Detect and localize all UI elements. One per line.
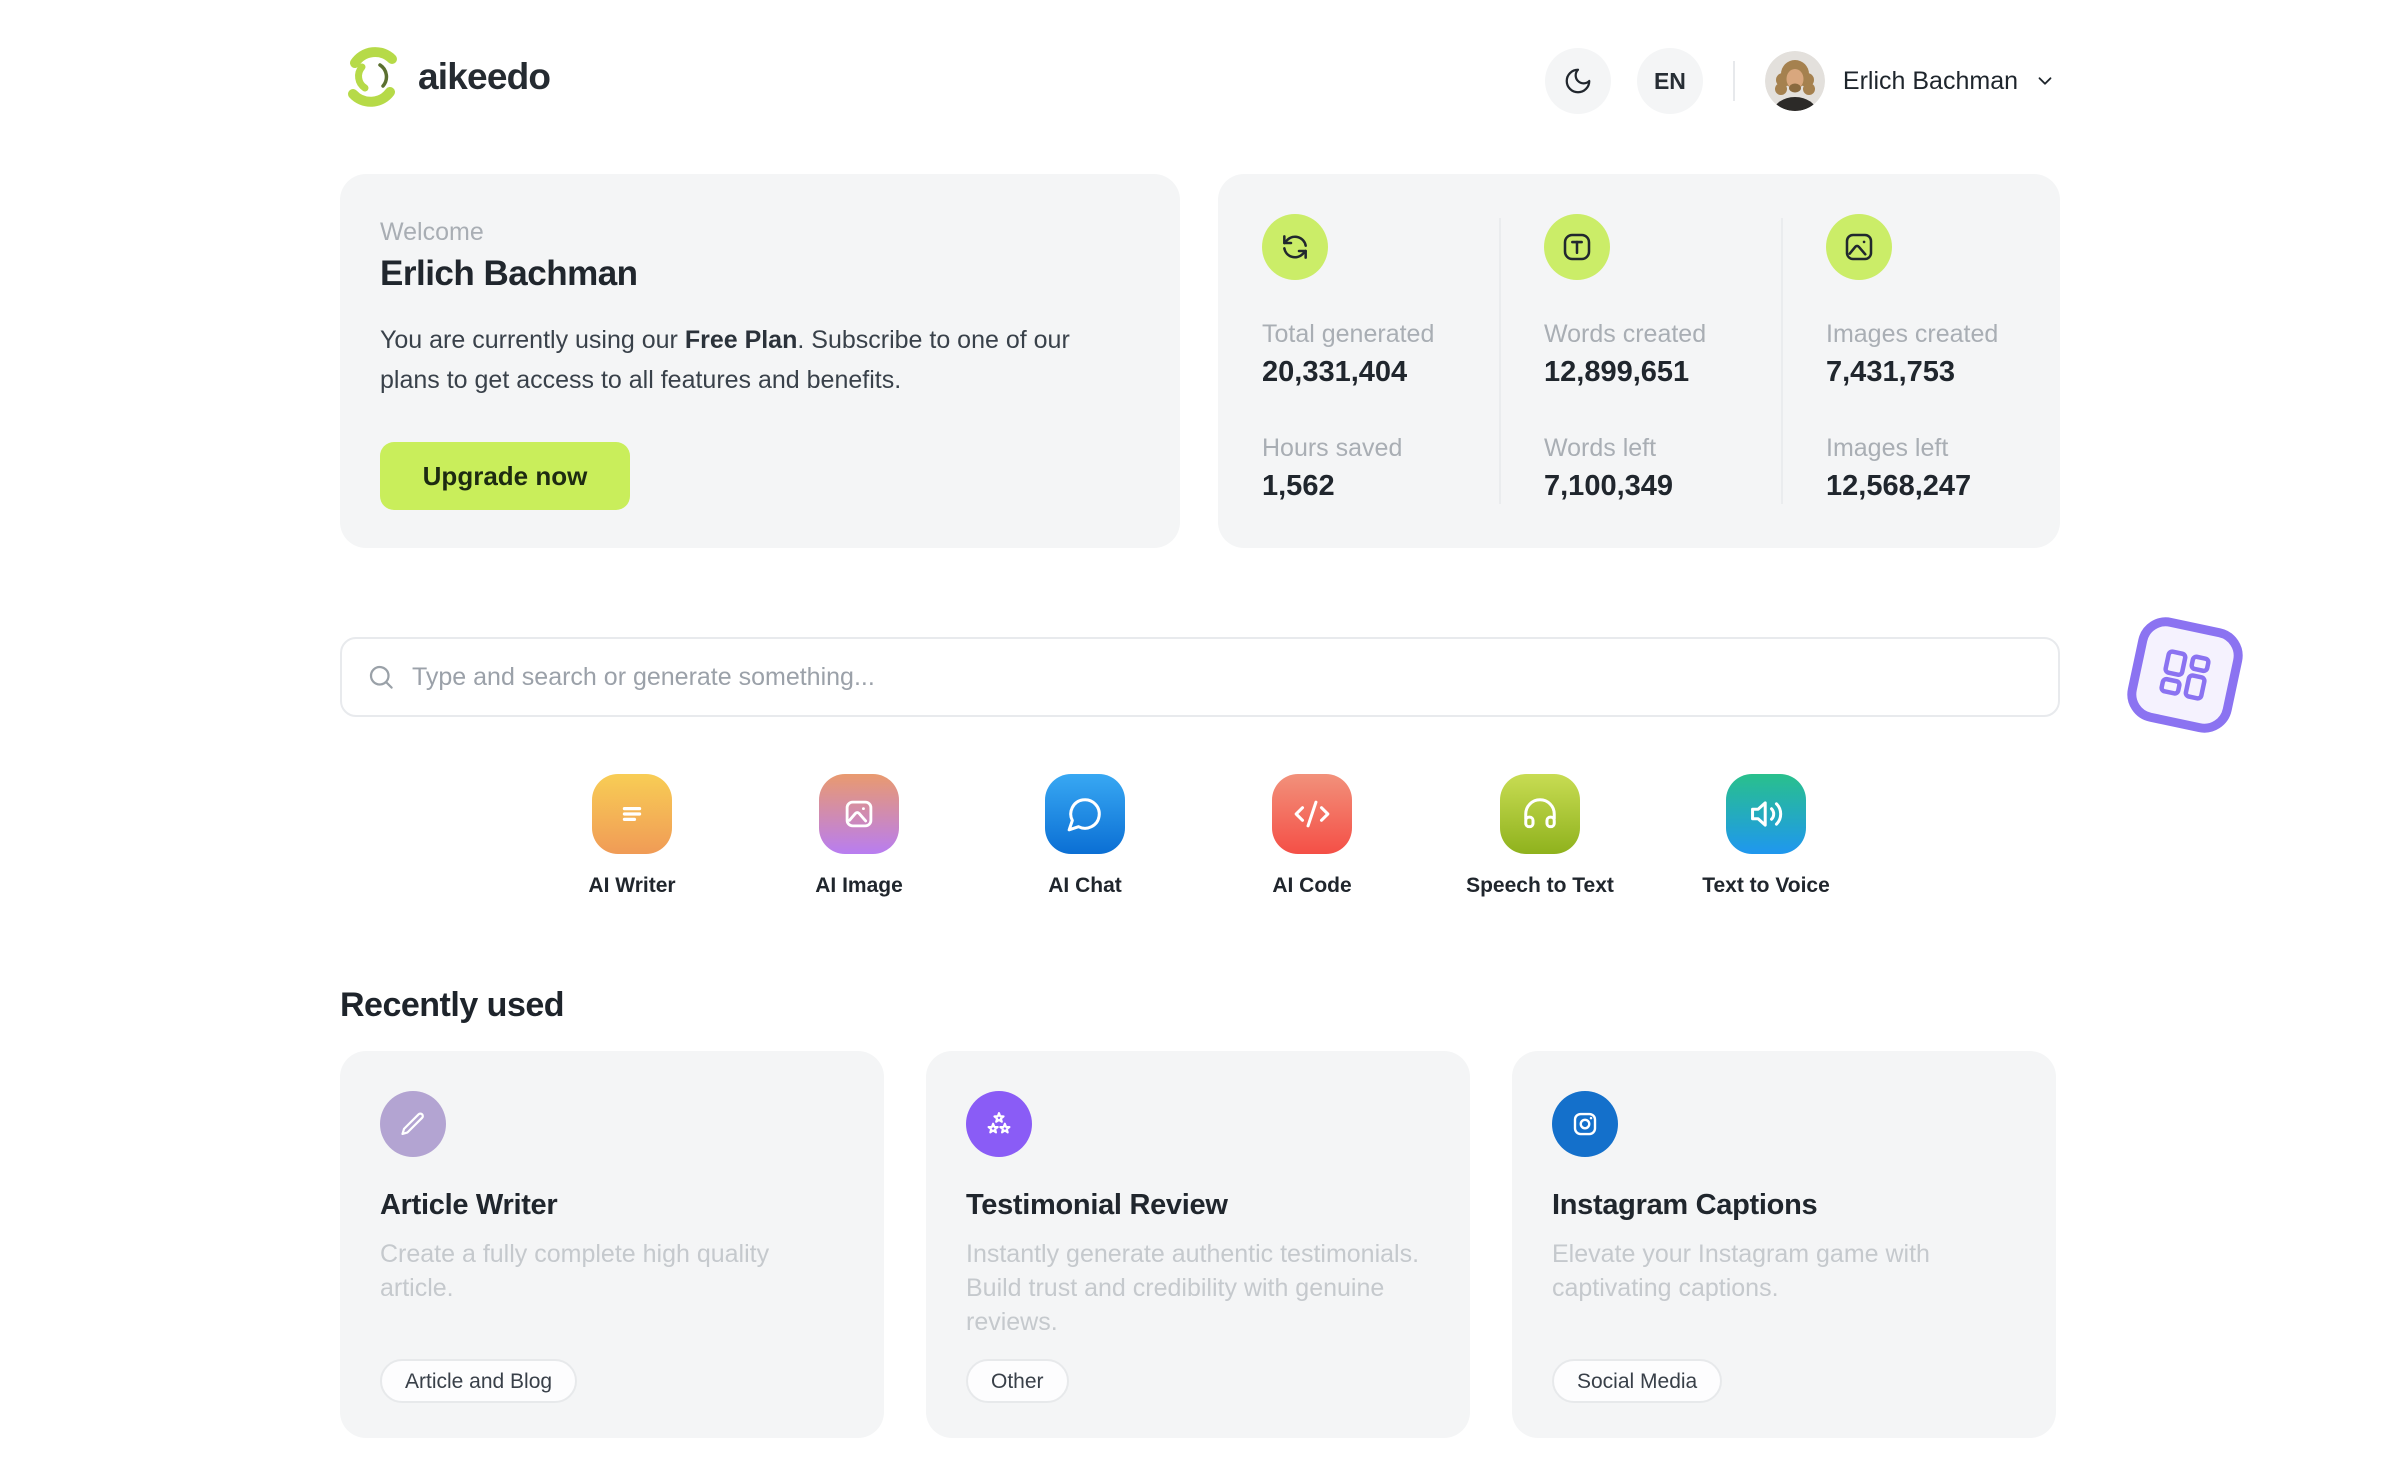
welcome-label: Welcome	[380, 218, 484, 246]
card-title: Testimonial Review	[966, 1189, 1228, 1221]
recent-card-article-writer[interactable]: Article Writer Create a fully complete h…	[340, 1051, 884, 1438]
pencil-icon	[380, 1091, 446, 1157]
refresh-icon	[1262, 214, 1328, 280]
user-name[interactable]: Erlich Bachman	[1843, 67, 2018, 96]
upgrade-button[interactable]: Upgrade now	[380, 442, 630, 510]
tool-ai-code[interactable]: AI Code	[1212, 774, 1412, 898]
tool-label: Text to Voice	[1702, 874, 1830, 897]
stars-icon	[966, 1091, 1032, 1157]
chat-bubble-icon	[1045, 774, 1125, 854]
dark-mode-button[interactable]	[1544, 48, 1611, 114]
image-icon	[1826, 214, 1892, 280]
type-icon	[1544, 214, 1610, 280]
search-icon	[369, 665, 393, 689]
tool-ai-image[interactable]: AI Image	[759, 774, 959, 898]
code-icon	[1272, 774, 1352, 854]
headphones-icon	[1500, 774, 1580, 854]
stat-label: Words created	[1544, 320, 1707, 348]
search-input[interactable]	[412, 639, 2058, 715]
stats-divider	[1499, 218, 1501, 504]
recently-used-heading: Recently used	[340, 986, 565, 1024]
stat-label: Hours saved	[1262, 434, 1403, 462]
language-button[interactable]: EN	[1636, 48, 1703, 114]
dashboard-sticker	[2122, 612, 2248, 738]
stat-value: 7,100,349	[1544, 470, 1674, 502]
stat-column-images: Images created 7,431,753 Images left 12,…	[1826, 174, 2062, 548]
image-icon	[819, 774, 899, 854]
plan-name: Free Plan	[684, 326, 798, 354]
header-actions: EN Erlich Bachman	[1544, 48, 2056, 114]
tool-label: Speech to Text	[1466, 874, 1614, 897]
recent-card-instagram-captions[interactable]: Instagram Captions Elevate your Instagra…	[1512, 1051, 2056, 1438]
logo-text: aikeedo	[418, 56, 551, 97]
header-divider	[1732, 61, 1735, 101]
welcome-user-name: Erlich Bachman	[380, 254, 638, 293]
tool-ai-chat[interactable]: AI Chat	[985, 774, 1185, 898]
recent-card-testimonial-review[interactable]: Testimonial Review Instantly generate au…	[926, 1051, 1470, 1438]
card-description: Elevate your Instagram game with captiva…	[1552, 1240, 1930, 1302]
text-lines-icon	[592, 774, 672, 854]
app-logo[interactable]: aikeedo	[340, 45, 551, 109]
dashboard-page: aikeedo EN Erlich Bachman Welcome Erlich…	[0, 0, 2400, 1480]
stat-label: Images created	[1826, 320, 1999, 348]
card-title: Article Writer	[380, 1189, 558, 1221]
card-tag: Other	[966, 1359, 1069, 1403]
stat-label: Images left	[1826, 434, 1949, 462]
moon-icon	[1565, 68, 1591, 94]
tool-label: AI Code	[1272, 874, 1352, 897]
stat-value: 12,899,651	[1544, 356, 1690, 388]
tool-label: AI Chat	[1048, 874, 1122, 897]
stats-divider	[1781, 218, 1783, 504]
stat-label: Words left	[1544, 434, 1657, 462]
stat-column-words: Words created 12,899,651 Words left 7,10…	[1544, 174, 1780, 548]
tool-speech-to-text[interactable]: Speech to Text	[1440, 774, 1640, 898]
stat-column-generated: Total generated 20,331,404 Hours saved 1…	[1262, 174, 1498, 548]
tool-label: AI Image	[815, 874, 903, 897]
card-tag: Article and Blog	[380, 1359, 578, 1403]
avatar[interactable]	[1764, 51, 1825, 111]
logo-swirl-icon	[348, 47, 397, 107]
stat-value: 1,562	[1262, 470, 1335, 502]
card-tag: Social Media	[1552, 1359, 1723, 1403]
usage-stats-card: Total generated 20,331,404 Hours saved 1…	[1218, 174, 2060, 548]
card-description: Create a fully complete high quality art…	[380, 1240, 770, 1302]
instagram-icon	[1552, 1091, 1618, 1157]
stat-value: 12,568,247	[1826, 470, 1972, 502]
stat-label: Total generated	[1262, 320, 1435, 348]
card-title: Instagram Captions	[1552, 1189, 1818, 1221]
tool-text-to-voice[interactable]: Text to Voice	[1666, 774, 1866, 898]
chevron-down-icon[interactable]	[2034, 70, 2056, 92]
card-description: Instantly generate authentic testimonial…	[966, 1240, 1420, 1336]
plan-message: You are currently using our Free Plan. S…	[380, 326, 1070, 394]
speaker-icon	[1726, 774, 1806, 854]
stat-value: 20,331,404	[1262, 356, 1408, 388]
layout-dashboard-icon	[2159, 649, 2211, 701]
stat-value: 7,431,753	[1826, 356, 1956, 388]
welcome-card: Welcome Erlich Bachman You are currently…	[340, 174, 1180, 548]
search-bar	[340, 637, 2060, 717]
tool-ai-writer[interactable]: AI Writer	[532, 774, 732, 898]
avatar-image	[1764, 51, 1825, 111]
tool-label: AI Writer	[588, 874, 676, 897]
